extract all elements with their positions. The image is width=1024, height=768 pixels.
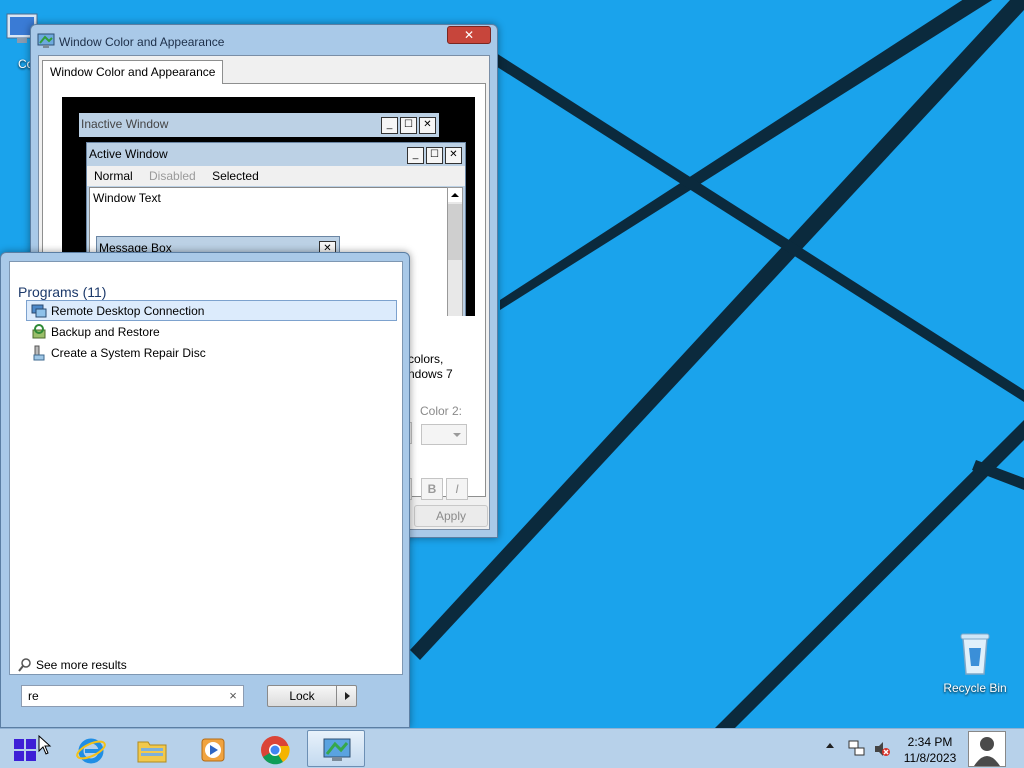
see-more-results-link[interactable]: See more results	[18, 658, 127, 672]
chrome-icon	[261, 736, 290, 765]
start-search-input[interactable]	[21, 685, 244, 707]
close-button[interactable]: ✕	[447, 26, 491, 44]
remote-desktop-icon	[31, 304, 47, 318]
italic-button[interactable]: I	[446, 478, 468, 500]
mouse-cursor-icon	[38, 735, 52, 755]
preview-menu-bar: Normal Disabled Selected	[87, 166, 465, 186]
description-text-line2: ndows 7	[408, 367, 453, 381]
result-label: Backup and Restore	[51, 325, 160, 339]
search-results-panel: Programs (11) Remote Desktop Connection …	[9, 261, 403, 675]
magnifier-icon	[18, 658, 31, 672]
preview-active-title: Active Window	[89, 147, 168, 161]
color2-picker[interactable]	[421, 424, 467, 445]
tab-window-color-appearance[interactable]: Window Color and Appearance	[42, 60, 224, 84]
recycle-bin-icon	[960, 633, 990, 675]
taskbar-personalization[interactable]	[307, 730, 365, 767]
see-more-label: See more results	[36, 658, 127, 672]
clock-date: 11/8/2023	[903, 751, 957, 765]
dialog-title: Window Color and Appearance	[59, 35, 225, 49]
repair-disc-icon	[33, 345, 45, 361]
scroll-thumb[interactable]	[448, 204, 462, 260]
show-hidden-icons-button[interactable]	[826, 743, 834, 748]
user-account-tile[interactable]	[968, 731, 1006, 767]
power-options-arrow-button[interactable]	[336, 685, 357, 707]
maximize-icon: ☐	[426, 147, 443, 164]
result-remote-desktop-connection[interactable]: Remote Desktop Connection	[26, 300, 397, 321]
description-text-line1: colors,	[408, 352, 444, 366]
taskbar-chrome[interactable]	[245, 730, 303, 767]
media-player-icon	[201, 738, 225, 762]
close-icon: ✕	[419, 117, 436, 134]
bold-button[interactable]: B	[421, 478, 443, 500]
clock-time: 2:34 PM	[907, 735, 953, 749]
dialog-titlebar[interactable]: Window Color and Appearance ✕	[31, 25, 497, 55]
preview-scrollbar[interactable]	[447, 187, 463, 316]
preview-inactive-window[interactable]: Inactive Window _ ☐ ✕	[79, 113, 439, 137]
backup-restore-icon	[32, 324, 46, 339]
network-icon[interactable]	[848, 740, 866, 758]
taskbar-file-explorer[interactable]	[122, 730, 180, 767]
desktop-icon-label: Recycle Bin	[943, 681, 1007, 695]
volume-muted-icon[interactable]	[873, 740, 891, 758]
system-clock[interactable]: 2:34 PM 11/8/2023	[898, 734, 962, 766]
taskbar-internet-explorer[interactable]	[61, 730, 119, 767]
preview-menu-normal[interactable]: Normal	[94, 166, 133, 186]
result-label: Remote Desktop Connection	[51, 304, 205, 318]
preview-menu-disabled[interactable]: Disabled	[149, 166, 196, 186]
minimize-icon: _	[381, 117, 398, 134]
maximize-icon: ☐	[400, 117, 417, 134]
minimize-icon: _	[407, 147, 424, 164]
result-label: Create a System Repair Disc	[51, 346, 206, 360]
desktop[interactable]: Col Recycle Bin Window Color and Appeara…	[0, 0, 1024, 728]
color2-label: Color 2:	[420, 404, 463, 418]
recycle-bin-desktop-icon[interactable]: Recycle Bin	[937, 630, 1013, 695]
close-icon: ✕	[445, 147, 462, 164]
start-menu[interactable]: Programs (11) Remote Desktop Connection …	[0, 252, 410, 728]
preview-window-text: Window Text	[93, 191, 161, 205]
user-avatar-icon	[974, 737, 1000, 766]
ie-icon	[76, 738, 106, 764]
display-settings-icon	[37, 33, 55, 48]
result-create-system-repair-disc[interactable]: Create a System Repair Disc	[26, 342, 397, 363]
result-backup-and-restore[interactable]: Backup and Restore	[26, 321, 397, 342]
scroll-up-icon	[448, 188, 462, 202]
preview-inactive-title: Inactive Window	[81, 117, 169, 131]
results-group-title[interactable]: Programs (11)	[18, 284, 106, 300]
display-icon	[323, 738, 351, 761]
taskbar-media-player[interactable]	[183, 730, 241, 767]
preview-menu-selected[interactable]: Selected	[212, 166, 259, 186]
folder-icon	[137, 741, 167, 763]
lock-button[interactable]: Lock	[267, 685, 337, 707]
taskbar[interactable]: 2:34 PM 11/8/2023	[0, 728, 1024, 768]
clear-search-icon[interactable]: ×	[225, 687, 241, 705]
apply-button[interactable]: Apply	[414, 505, 488, 527]
